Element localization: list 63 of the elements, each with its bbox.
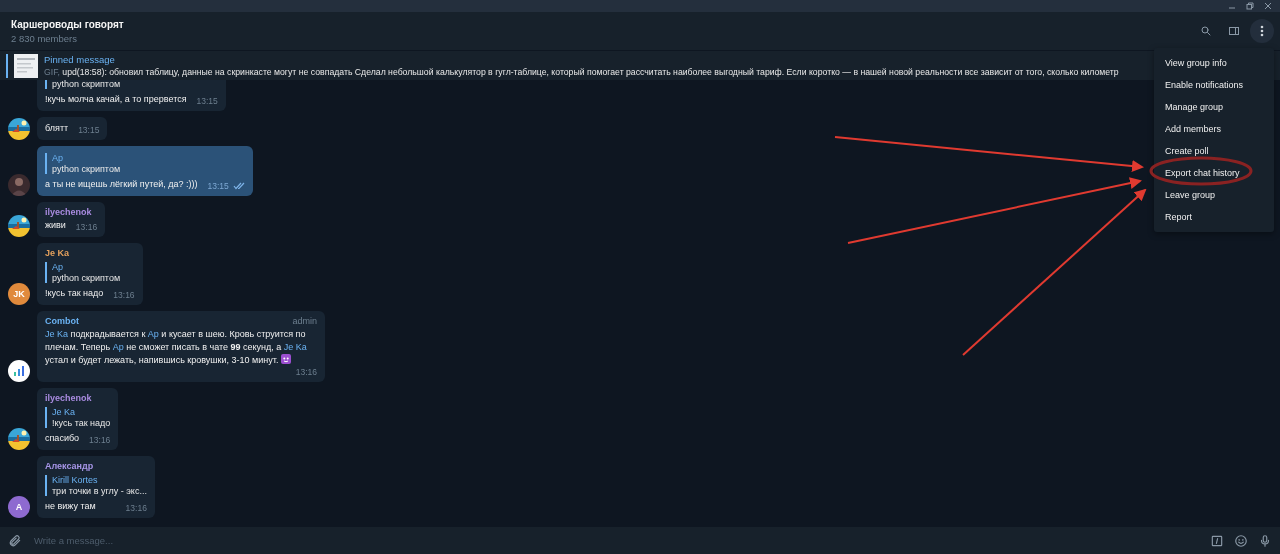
quote-author: Je Ka bbox=[52, 407, 76, 417]
menu-item[interactable]: Manage group bbox=[1154, 96, 1274, 118]
menu-item[interactable]: Report bbox=[1154, 206, 1274, 228]
message-time: 13:16 bbox=[295, 367, 317, 377]
reply-quote[interactable]: python скриптом bbox=[45, 80, 218, 89]
message-text: не вижу там bbox=[45, 500, 96, 513]
message-time: 13:15 bbox=[207, 181, 229, 191]
message-time: 13:16 bbox=[75, 222, 98, 232]
chat-title: Каршероводы говорят bbox=[11, 18, 125, 30]
devil-emoji-icon bbox=[280, 354, 291, 364]
message-text: живи bbox=[45, 219, 66, 232]
admin-label: admin bbox=[292, 316, 317, 326]
attach-icon bbox=[8, 533, 22, 548]
message-time: 13:16 bbox=[113, 290, 135, 300]
microphone-icon bbox=[1258, 533, 1272, 548]
message-text: !кусь так надо bbox=[45, 287, 104, 300]
message-text: !кучь молча качай, а то прервется bbox=[45, 93, 187, 106]
menu-item[interactable]: Enable notifications bbox=[1154, 74, 1274, 96]
author-name[interactable]: ilyechenok bbox=[45, 393, 92, 403]
author-name[interactable]: ilyechenok bbox=[45, 207, 92, 217]
bot-avatar[interactable] bbox=[8, 360, 30, 382]
commands-icon bbox=[1210, 533, 1224, 548]
emoji-icon bbox=[1234, 533, 1248, 548]
user-avatar[interactable] bbox=[8, 174, 30, 196]
pinned-message-bar[interactable] bbox=[0, 50, 1280, 80]
member-count: 2 830 members bbox=[11, 32, 78, 44]
close-icon[interactable] bbox=[1264, 2, 1272, 10]
reply-quote[interactable]: Ар python скриптом bbox=[45, 153, 245, 174]
quote-text: python скриптом bbox=[52, 80, 122, 89]
pinned-text: GIF, upd(18:58): обновил таблицу, данные на скринкасте могут не совпадать Сделал небольшой калькулятор в гугл-таблице, который помогает рассчитать наиболее выгодный тариф. Если коротко — в нашей новой реальности все зависит от того, сколько километр bbox=[44, 67, 1119, 77]
quote-author: Ар bbox=[52, 153, 64, 163]
restore-icon[interactable] bbox=[1246, 2, 1254, 10]
more-button[interactable] bbox=[1250, 19, 1274, 43]
message-text: а ты не ищешь лёгкий путей, да? :))) bbox=[45, 178, 198, 191]
more-icon bbox=[1260, 25, 1264, 37]
reply-quote[interactable]: Kirill Kortes три точки в углу - экс... bbox=[45, 475, 147, 496]
menu-item[interactable]: Add members bbox=[1154, 118, 1274, 140]
message-text: спасибо bbox=[45, 432, 80, 445]
search-icon bbox=[1200, 25, 1212, 37]
quote-author: Kirill Kortes bbox=[52, 475, 99, 485]
author-name[interactable]: Je Ka bbox=[45, 248, 70, 258]
message-time: 13:15 bbox=[78, 125, 100, 135]
menu-item[interactable]: Create poll bbox=[1154, 140, 1274, 162]
message-text: блятт bbox=[45, 122, 69, 135]
menu-item[interactable]: Export chat history bbox=[1154, 162, 1274, 184]
author-name[interactable]: Александр bbox=[45, 461, 94, 471]
quote-text: три точки в углу - экс... bbox=[52, 486, 147, 496]
message-text: Je Ka подкрадывается к Ар и кусает в шею. Кровь струится по плечам. Теперь Ар не сможет писать в чате 99 секунд, а Je Ka устал и будет лежать, напившись кровушки, 3-10 минут. bbox=[45, 328, 308, 367]
menu-item[interactable]: Leave group bbox=[1154, 184, 1274, 206]
reply-quote[interactable]: Ар python скриптом bbox=[45, 262, 135, 283]
quote-author: Ар bbox=[52, 262, 64, 272]
message-time: 13:15 bbox=[196, 96, 218, 106]
author-name[interactable]: Combot bbox=[45, 316, 79, 326]
message-time: 13:16 bbox=[125, 503, 147, 513]
quote-text: python скриптом bbox=[52, 164, 122, 174]
pinned-label: Pinned message bbox=[44, 54, 116, 65]
sidebar-icon bbox=[1228, 25, 1240, 37]
quote-text: !кусь так надо bbox=[52, 418, 111, 428]
menu-item[interactable]: View group info bbox=[1154, 52, 1274, 74]
user-avatar[interactable]: А bbox=[8, 496, 30, 518]
message-time: 13:16 bbox=[89, 435, 111, 445]
quote-text: python скриптом bbox=[52, 273, 122, 283]
reply-quote[interactable]: Je Ka !кусь так надо bbox=[45, 407, 111, 428]
